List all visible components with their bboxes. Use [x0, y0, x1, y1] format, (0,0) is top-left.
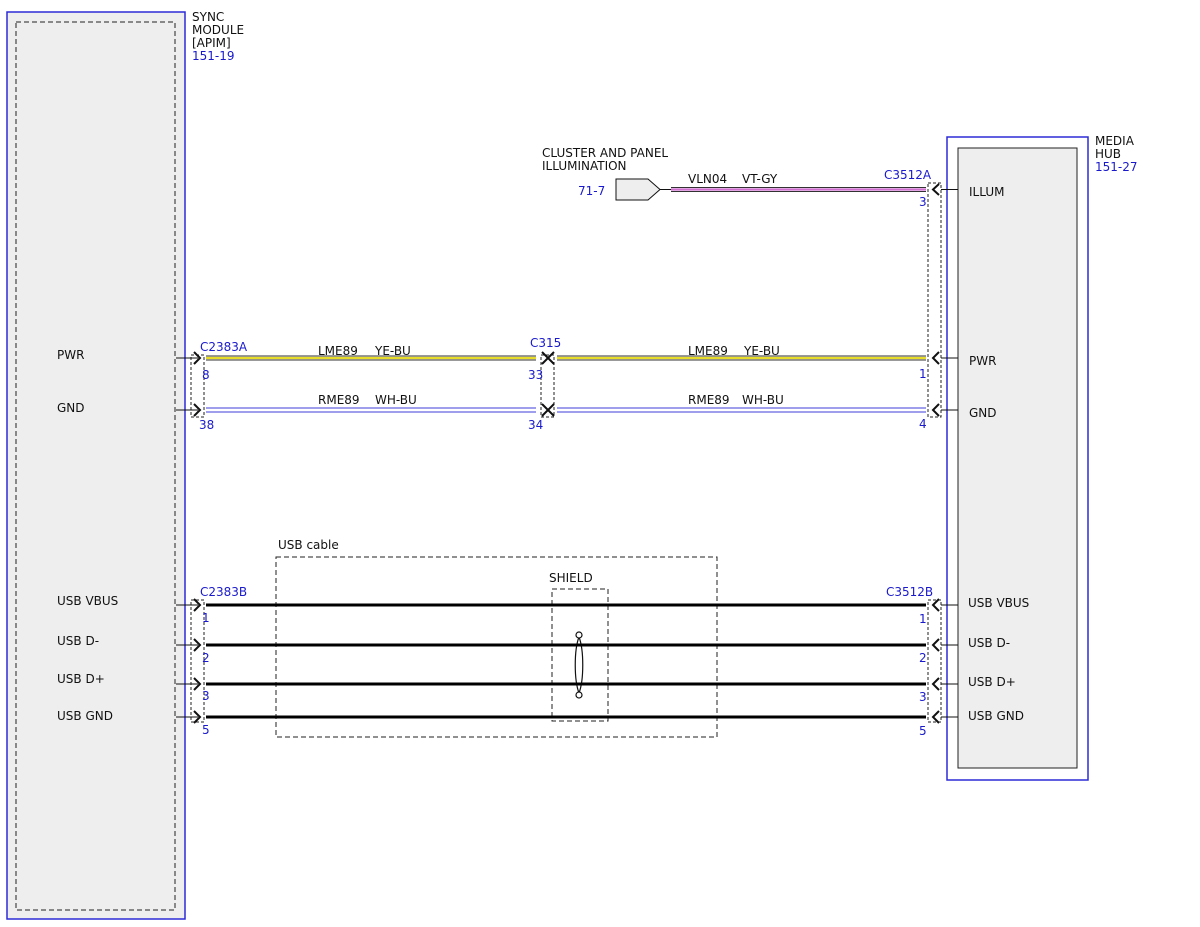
- illumination-connector-shape: [615, 178, 661, 201]
- wire-gnd-left-circuit: RME89: [318, 393, 360, 407]
- sync-module-ref: 151-19: [192, 49, 235, 63]
- hub-pin-label-usb-gnd: USB GND: [968, 709, 1024, 723]
- c315-pwr-arrow-right: [546, 351, 555, 365]
- pin-illum-hub: 3: [919, 195, 927, 209]
- wiring-diagram-svg: SYNC MODULE [APIM] 151-19 PWR GND USB VB…: [6, 10, 1138, 920]
- wire-pwr-left-color: YE-BU: [374, 344, 411, 358]
- hub-pin-label-illum: ILLUM: [969, 185, 1004, 199]
- apim-pin-label-pwr: PWR: [57, 348, 84, 362]
- hub-usb-d-minus-arrow: [931, 638, 940, 652]
- hub-gnd-arrow: [931, 403, 940, 417]
- usb-shield-drain-bottom-terminal: [575, 691, 583, 699]
- media-hub-ref: 151-27: [1095, 160, 1138, 174]
- pin-usb-left-1: 1: [202, 611, 210, 625]
- pin-gnd-apim: 38: [199, 418, 214, 432]
- sync-module-name-line1: SYNC: [192, 10, 224, 24]
- sync-module-name-line2: MODULE: [192, 23, 244, 37]
- pin-usb-left-5: 5: [202, 723, 210, 737]
- pin-gnd-c315-left: 34: [528, 418, 543, 432]
- wire-pwr-right-circuit: LME89: [688, 344, 728, 358]
- pin-usb-left-3: 3: [202, 689, 210, 703]
- connector-c315-label: C315: [530, 336, 561, 350]
- wire-gnd-right-circuit: RME89: [688, 393, 730, 407]
- illumination-label-line2: ILLUMINATION: [542, 159, 627, 173]
- usb-cable-outline: [275, 556, 718, 738]
- media-hub-name-line1: MEDIA: [1095, 134, 1135, 148]
- wire-gnd-left-color: WH-BU: [375, 393, 417, 407]
- pin-gnd-hub: 4: [919, 417, 927, 431]
- connector-c3512a-label: C3512A: [884, 168, 932, 182]
- illumination-label-line1: CLUSTER AND PANEL: [542, 146, 668, 160]
- hub-usb-gnd-arrow: [931, 710, 940, 724]
- apim-pin-label-gnd: GND: [57, 401, 85, 415]
- connector-c3512b-outline: [927, 599, 942, 723]
- hub-pin-label-gnd: GND: [969, 406, 997, 420]
- apim-pin-label-usb-d-plus: USB D+: [57, 672, 105, 686]
- apim-pin-label-usb-d-minus: USB D-: [57, 634, 99, 648]
- connector-c2383a-label: C2383A: [200, 340, 248, 354]
- hub-usb-d-plus-arrow: [931, 677, 940, 691]
- pin-pwr-c315-left: 33: [528, 368, 543, 382]
- hub-pin-label-usb-d-minus: USB D-: [968, 636, 1010, 650]
- hub-pin-label-pwr: PWR: [969, 354, 996, 368]
- media-hub-name-line2: HUB: [1095, 147, 1121, 161]
- sync-module-box: [6, 11, 186, 920]
- pin-usb-right-2: 2: [919, 651, 927, 665]
- connector-c3512b-label: C3512B: [886, 585, 933, 599]
- pin-pwr-hub: 1: [919, 367, 927, 381]
- usb-shield-label: SHIELD: [549, 571, 593, 585]
- hub-pin-label-usb-vbus: USB VBUS: [968, 596, 1029, 610]
- connector-c2383b-label: C2383B: [200, 585, 247, 599]
- hub-illum-arrow: [931, 183, 940, 196]
- pin-usb-right-5: 5: [919, 724, 927, 738]
- c315-gnd-arrow-right: [546, 403, 555, 417]
- usb-shield-drain-top-terminal: [575, 631, 583, 639]
- pin-usb-right-1: 1: [919, 612, 927, 626]
- wiring-diagram: SYNC MODULE [APIM] 151-19 PWR GND USB VB…: [0, 0, 1200, 927]
- connector-c3512a-outline: [927, 182, 942, 418]
- apim-pin-label-usb-gnd: USB GND: [57, 709, 113, 723]
- wire-vln04-circuit: VLN04: [688, 172, 727, 186]
- sync-module-name-line3: [APIM]: [192, 36, 231, 50]
- wire-gnd-right-color: WH-BU: [742, 393, 784, 407]
- usb-cable-label: USB cable: [278, 538, 339, 552]
- usb-shield-outline: [551, 588, 609, 722]
- apim-pin-label-usb-vbus: USB VBUS: [57, 594, 118, 608]
- pin-usb-left-2: 2: [202, 651, 210, 665]
- wire-pwr-right-color: YE-BU: [743, 344, 780, 358]
- pin-usb-right-3: 3: [919, 690, 927, 704]
- hub-usb-vbus-arrow: [931, 598, 940, 612]
- wire-vln04-color: VT-GY: [742, 172, 778, 186]
- hub-pin-label-usb-d-plus: USB D+: [968, 675, 1016, 689]
- wire-pwr-left-circuit: LME89: [318, 344, 358, 358]
- illumination-ref: 71-7: [578, 184, 605, 198]
- pin-pwr-apim: 8: [202, 368, 210, 382]
- hub-pwr-arrow: [931, 351, 940, 365]
